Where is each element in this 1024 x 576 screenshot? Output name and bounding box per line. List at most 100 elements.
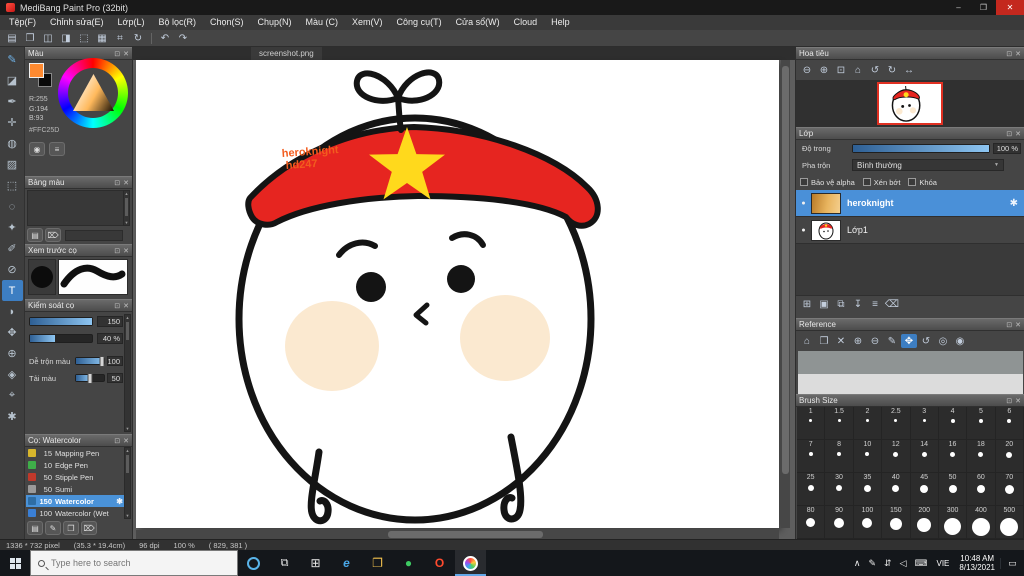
brush-size-cell[interactable]: 18 — [967, 440, 995, 473]
layer-checkbox[interactable]: Xén bớt — [863, 178, 901, 187]
medibang-paint[interactable] — [455, 550, 486, 576]
brush-size-cell[interactable]: 3 — [911, 407, 939, 440]
eyedropper-tool[interactable]: ◗ — [2, 301, 23, 322]
visibility-icon[interactable]: ● — [796, 227, 811, 234]
new-file-icon[interactable]: ▤ — [3, 31, 21, 45]
brush-size-cell[interactable]: 12 — [882, 440, 910, 473]
brush-size-cell[interactable]: 90 — [825, 506, 853, 539]
pen-tool[interactable]: ✒ — [2, 91, 23, 112]
menu-item[interactable]: Xem(V) — [345, 15, 390, 30]
layer-checkbox[interactable]: Bảo vệ alpha — [800, 178, 855, 187]
rotate-right-icon[interactable]: ↻ — [884, 63, 900, 77]
brush-size-cell[interactable]: 2.5 — [882, 407, 910, 440]
control-tool[interactable]: ⌖ — [2, 385, 23, 406]
tray-pen-icon[interactable]: ✎ — [864, 558, 880, 569]
canvas-artwork[interactable]: heroknight hd247 — [136, 60, 779, 528]
grid-icon[interactable]: ▦ — [93, 31, 111, 45]
brush-list-scrollbar[interactable] — [124, 447, 131, 519]
close-icon[interactable]: ✕ — [123, 437, 129, 445]
popout-icon[interactable]: ⊡ — [114, 437, 120, 445]
brush-control-scrollbar[interactable] — [124, 314, 131, 432]
close-icon[interactable]: ✕ — [1015, 321, 1021, 329]
divide-tool[interactable]: ◈ — [2, 364, 23, 385]
layer-folder-icon[interactable]: ▣ — [816, 297, 832, 311]
popout-icon[interactable]: ⊡ — [1006, 50, 1012, 58]
layer-checkbox[interactable]: Khóa — [908, 178, 937, 187]
palette-scrollbar[interactable] — [123, 190, 130, 226]
close-button[interactable]: ✕ — [996, 0, 1024, 15]
brush-tool[interactable]: ✎ — [2, 49, 23, 70]
brush-size-cell[interactable]: 1.5 — [825, 407, 853, 440]
brush-size-cell[interactable]: 8 — [825, 440, 853, 473]
add-color-button[interactable]: ▤ — [27, 228, 43, 242]
transfer-layer-icon[interactable]: ↧ — [850, 297, 866, 311]
navigator-thumbnail[interactable] — [877, 82, 943, 125]
zoom-tool[interactable]: ⊕ — [2, 343, 23, 364]
gear-icon[interactable]: ✱ — [116, 497, 123, 506]
file-explorer[interactable]: ❐ — [362, 550, 393, 576]
brush-size-cell[interactable]: 40 — [882, 473, 910, 506]
canvas-vertical-scrollbar[interactable] — [781, 60, 790, 528]
add-layer-icon[interactable]: ⊞ — [799, 297, 815, 311]
select-pen-tool[interactable]: ✐ — [2, 238, 23, 259]
layer-row-heroknight[interactable]: ● heroknight ✱ — [796, 190, 1024, 217]
brush-size-cell[interactable]: 150 — [882, 506, 910, 539]
menu-item[interactable]: Lớp(L) — [111, 15, 152, 30]
mix-slider[interactable] — [75, 357, 105, 365]
open-file-icon[interactable]: ❐ — [21, 31, 39, 45]
select-rect-tool[interactable]: ⬚ — [2, 175, 23, 196]
duplicate-brush-button[interactable]: ❐ — [63, 521, 79, 535]
merge-layer-icon[interactable]: ≡ — [867, 297, 883, 311]
brush-size-cell[interactable]: 300 — [939, 506, 967, 539]
save-file-icon[interactable]: ◫ — [39, 31, 57, 45]
select-eraser-tool[interactable]: ⊘ — [2, 259, 23, 280]
opera-browser[interactable]: O — [424, 550, 455, 576]
color-triangle[interactable] — [73, 74, 114, 111]
maximize-button[interactable]: ❐ — [971, 0, 996, 15]
ref-pick-icon[interactable]: ✎ — [884, 334, 900, 348]
popout-icon[interactable]: ⊡ — [114, 179, 120, 187]
minimize-button[interactable]: – — [946, 0, 971, 15]
redo-icon[interactable]: ↷ — [174, 31, 192, 45]
brush-list-item[interactable]: 10Edge Pen — [26, 459, 125, 471]
brush-list-item[interactable]: 50Stipple Pen — [26, 471, 125, 483]
brush-size-cell[interactable]: 5 — [967, 407, 995, 440]
popout-icon[interactable]: ⊡ — [1006, 321, 1012, 329]
brush-size-cell[interactable]: 10 — [854, 440, 882, 473]
brush-size-cell[interactable]: 35 — [854, 473, 882, 506]
tray-network-icon[interactable]: ⇵ — [880, 558, 896, 569]
undo-icon[interactable]: ↶ — [156, 31, 174, 45]
gear-icon[interactable]: ✱ — [1010, 198, 1018, 209]
close-icon[interactable]: ✕ — [123, 302, 129, 310]
brush-size-cell[interactable]: 1 — [797, 407, 825, 440]
add-brush-button[interactable]: ▤ — [27, 521, 43, 535]
brush-size-cell[interactable]: 70 — [996, 473, 1024, 506]
ref-zoom-out-icon[interactable]: ⊖ — [867, 334, 883, 348]
microsoft-store[interactable]: ⊞ — [300, 550, 331, 576]
search-input[interactable] — [51, 558, 201, 568]
slider-knob[interactable] — [100, 356, 105, 367]
zoom-out-icon[interactable]: ⊖ — [799, 63, 815, 77]
menu-item[interactable]: Chụp(N) — [251, 15, 299, 30]
brush-size-cell[interactable]: 200 — [911, 506, 939, 539]
foreground-color-swatch[interactable] — [29, 63, 44, 78]
brush-size-cell[interactable]: 25 — [797, 473, 825, 506]
brush-size-cell[interactable]: 4 — [939, 407, 967, 440]
brush-opacity-slider[interactable] — [29, 334, 93, 343]
brush-size-cell[interactable]: 6 — [996, 407, 1024, 440]
fill-tool[interactable]: ◍ — [2, 133, 23, 154]
slider-knob[interactable] — [88, 373, 93, 384]
delete-color-button[interactable]: ⌦ — [45, 228, 61, 242]
brush-size-cell[interactable]: 7 — [797, 440, 825, 473]
brush-list-item[interactable]: 15Mapping Pen — [26, 447, 125, 459]
microsoft-edge[interactable]: e — [331, 550, 362, 576]
layer-row-lop1[interactable]: ● Lớp1 — [796, 217, 1024, 244]
duplicate-layer-icon[interactable]: ⧉ — [833, 297, 849, 311]
close-icon[interactable]: ✕ — [123, 179, 129, 187]
brush-list-item[interactable]: 150Watercolor✱ — [26, 495, 125, 507]
close-icon[interactable]: ✕ — [123, 50, 129, 58]
close-icon[interactable]: ✕ — [1015, 50, 1021, 58]
rotate-icon[interactable]: ↻ — [129, 31, 147, 45]
gradient-tool[interactable]: ▨ — [2, 154, 23, 175]
edit-brush-button[interactable]: ✎ — [45, 521, 61, 535]
